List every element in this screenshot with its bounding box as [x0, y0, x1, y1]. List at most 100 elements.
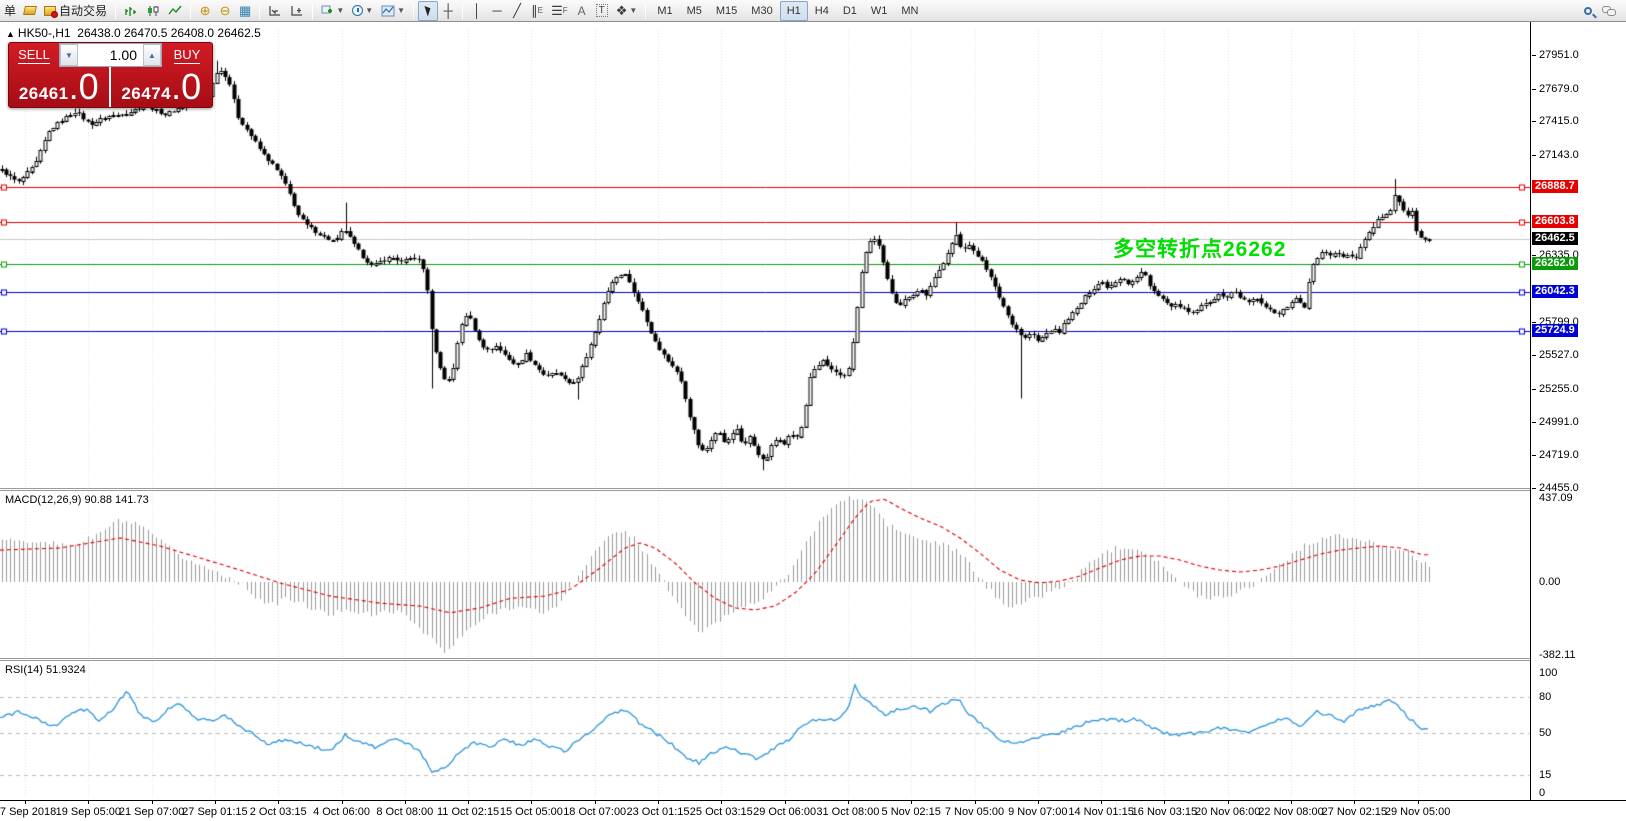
timeframe-m15[interactable]: M15 — [709, 1, 744, 21]
timeframe-h1[interactable]: H1 — [780, 1, 808, 21]
order-label: 单 — [4, 2, 16, 19]
bar-chart-button[interactable] — [120, 1, 142, 21]
toolbar-separator — [312, 3, 313, 19]
toolbar-separator — [259, 3, 260, 19]
vertical-line-tool[interactable]: │ — [467, 1, 487, 21]
volume-up-button[interactable]: ▲ — [143, 44, 161, 66]
cursor-tool-button[interactable] — [418, 1, 438, 21]
time-axis-tick — [595, 801, 596, 804]
symbol-marker-icon: ▲ — [6, 29, 15, 39]
horizontal-line-icon: ─ — [492, 4, 501, 17]
time-axis-label: 31 Oct 08:00 — [816, 806, 879, 818]
zoom-in-button[interactable]: ⊕ — [195, 1, 215, 21]
price-axis-tick: 25255.0 — [1539, 383, 1579, 395]
time-axis[interactable]: 17 Sep 201819 Sep 05:0021 Sep 07:0027 Se… — [0, 800, 1626, 821]
arrows-tool[interactable]: ❖▼ — [612, 1, 642, 21]
fibonacci-icon: ☰ — [551, 4, 563, 17]
timeframe-mn[interactable]: MN — [894, 1, 925, 21]
time-axis-tick — [848, 801, 849, 804]
chart-annotation-text[interactable]: 多空转折点26262 — [1113, 233, 1286, 263]
time-axis-tick — [468, 801, 469, 804]
chat-icon — [1602, 6, 1616, 16]
new-chart-button[interactable]: ▼ — [317, 1, 348, 21]
channel-tool[interactable]: ∥E — [527, 1, 547, 21]
autotrade-button[interactable]: 自动交易 — [40, 1, 111, 21]
volume-control: ▼ 1.00 ▲ — [59, 43, 162, 67]
price-axis-tick: 24719.0 — [1539, 449, 1579, 461]
price-axis-tick: 27679.0 — [1539, 83, 1579, 95]
auto-scroll-button[interactable] — [264, 1, 286, 21]
time-axis-label: 8 Oct 08:00 — [376, 806, 433, 818]
time-axis-tick — [342, 801, 343, 804]
rsi-axis-label: 0 — [1539, 787, 1545, 799]
pane-separator[interactable] — [0, 658, 1626, 661]
time-axis-label: 4 Oct 06:00 — [313, 806, 370, 818]
time-axis-label: 18 Oct 07:00 — [563, 806, 626, 818]
sell-price[interactable]: 26461 .0 — [9, 67, 111, 108]
toolbar-separator — [413, 3, 414, 19]
time-axis-tick — [1291, 801, 1292, 804]
toolbar-separator — [115, 3, 116, 19]
vertical-line-icon: │ — [473, 4, 481, 17]
price-chart-canvas[interactable] — [0, 22, 1531, 800]
period-button[interactable]: ▼ — [348, 1, 377, 21]
cursor-icon — [424, 4, 432, 16]
time-axis-tick — [25, 801, 26, 804]
new-order-icon-button[interactable] — [20, 1, 40, 21]
timeframe-m1[interactable]: M1 — [650, 1, 679, 21]
price-tag: 26603.8 — [1532, 215, 1578, 228]
timeframe-m30[interactable]: M30 — [744, 1, 779, 21]
text-tool[interactable]: A — [572, 1, 592, 21]
fibo-letter: F — [563, 6, 568, 15]
trendline-tool[interactable]: ╱ — [507, 1, 527, 21]
horizontal-line-tool[interactable]: ─ — [487, 1, 507, 21]
time-axis-label: 5 Nov 02:15 — [882, 806, 941, 818]
timeframe-h4[interactable]: H4 — [808, 1, 836, 21]
sell-button[interactable]: SELL — [9, 43, 59, 67]
time-axis-label: 27 Nov 02:15 — [1322, 806, 1387, 818]
timeframe-m5[interactable]: M5 — [680, 1, 709, 21]
template-button[interactable]: ▼ — [377, 1, 409, 21]
time-axis-label: 25 Oct 03:15 — [690, 806, 753, 818]
time-axis-tick — [278, 801, 279, 804]
time-axis-tick — [785, 801, 786, 804]
time-axis-tick — [405, 801, 406, 804]
time-axis-tick — [1418, 801, 1419, 804]
chevron-down-icon: ▼ — [336, 6, 344, 15]
template-icon — [381, 5, 395, 17]
zoom-out-button[interactable]: ⊖ — [215, 1, 235, 21]
volume-down-button[interactable]: ▼ — [60, 44, 78, 66]
crosshair-tool-button[interactable]: ┼ — [438, 1, 458, 21]
chevron-down-icon: ▼ — [397, 6, 405, 15]
time-axis-label: 17 Sep 2018 — [0, 806, 56, 818]
time-axis-label: 20 Nov 06:00 — [1195, 806, 1260, 818]
label-tool[interactable]: T — [592, 1, 612, 21]
search-button[interactable] — [1578, 1, 1598, 21]
rsi-axis-label: 50 — [1539, 727, 1551, 739]
arrows-icon: ❖ — [616, 4, 628, 17]
tile-windows-button[interactable]: ▦ — [235, 1, 255, 21]
buy-button[interactable]: BUY — [162, 43, 212, 67]
price-axis[interactable]: 27951.027679.027415.027143.026335.025799… — [1530, 22, 1626, 800]
macd-axis-label: 437.09 — [1539, 492, 1573, 504]
time-axis-label: 15 Oct 05:00 — [500, 806, 563, 818]
zoom-out-icon: ⊖ — [220, 4, 231, 17]
chat-button[interactable] — [1598, 1, 1620, 21]
pane-separator[interactable] — [0, 488, 1626, 491]
candlestick-button[interactable] — [142, 1, 164, 21]
time-axis-tick — [531, 801, 532, 804]
new-order-icon — [23, 6, 37, 15]
toolbar-separator — [645, 3, 646, 19]
one-click-trade-panel: SELL ▼ 1.00 ▲ BUY 26461 .0 26474 .0 — [8, 42, 213, 108]
fibonacci-tool[interactable]: ☰F — [547, 1, 572, 21]
chart-shift-button[interactable] — [286, 1, 308, 21]
timeframe-w1[interactable]: W1 — [864, 1, 895, 21]
order-button[interactable]: 单 — [0, 1, 20, 21]
timeframe-d1[interactable]: D1 — [836, 1, 864, 21]
line-chart-button[interactable] — [164, 1, 186, 21]
buy-price[interactable]: 26474 .0 — [111, 67, 213, 108]
volume-input[interactable]: 1.00 — [78, 47, 143, 63]
new-chart-icon — [321, 5, 334, 17]
macd-axis-label: 0.00 — [1539, 576, 1560, 588]
price-axis-tick: 27951.0 — [1539, 49, 1579, 61]
